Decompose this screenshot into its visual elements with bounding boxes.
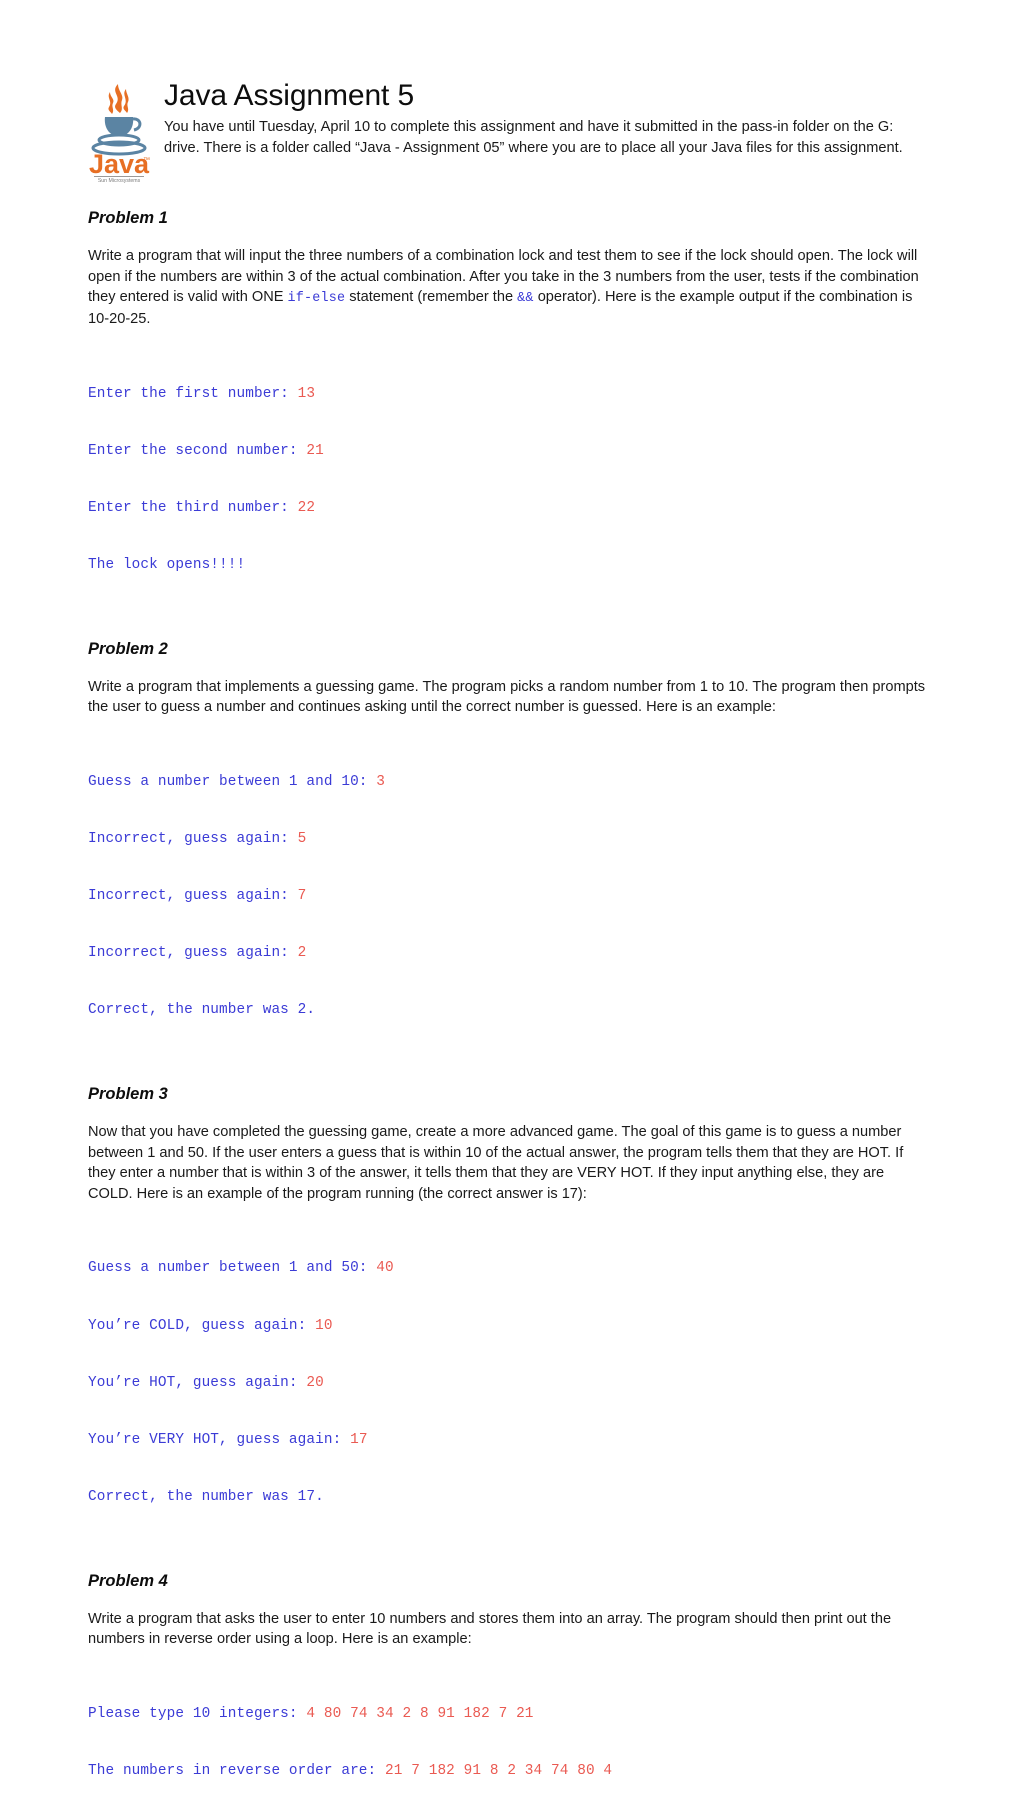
console-prompt: Incorrect, guess again:	[88, 945, 298, 962]
console-prompt: Enter the first number:	[88, 385, 298, 402]
console-line: Incorrect, guess again: 5	[88, 830, 932, 849]
document-page: Java ™ Sun Microsystems Java Assignment …	[0, 0, 1020, 1779]
document-header: Java ™ Sun Microsystems Java Assignment …	[88, 78, 932, 184]
console-line: Enter the second number: 21	[88, 442, 932, 461]
problem-2-section: Problem 2 Write a program that implement…	[88, 640, 932, 1058]
problem-4-console-output: Please type 10 integers: 4 80 74 34 2 8 …	[88, 1667, 932, 1819]
console-user-input: 21 7 182 91 8 2 34 74 80 4	[385, 1762, 613, 1779]
header-text-block: Java Assignment 5 You have until Tuesday…	[164, 78, 932, 159]
console-user-input: 5	[297, 831, 307, 847]
console-line: Guess a number between 1 and 50: 40	[88, 1259, 932, 1278]
problem-3-console-output: Guess a number between 1 and 50: 40 You’…	[88, 1221, 932, 1544]
console-user-input: 40	[376, 1260, 394, 1277]
console-line: The lock opens!!!!	[88, 556, 932, 575]
inline-code-and-operator: &&	[517, 291, 534, 307]
problem-1-console-output: Enter the first number: 13 Enter the sec…	[88, 347, 932, 613]
console-prompt: You’re HOT, guess again:	[88, 1374, 307, 1391]
page-title: Java Assignment 5	[164, 79, 415, 112]
console-prompt: Incorrect, guess again:	[88, 831, 298, 847]
console-user-input: 17	[350, 1431, 368, 1448]
problem-2-body: Write a program that implements a guessi…	[88, 678, 926, 716]
problem-3-section: Problem 3 Now that you have completed th…	[88, 1085, 932, 1545]
console-line: Enter the first number: 13	[88, 385, 932, 404]
console-prompt: Guess a number between 1 and 10:	[88, 773, 377, 790]
console-line: You’re VERY HOT, guess again: 17	[88, 1431, 932, 1450]
svg-text:™: ™	[143, 157, 150, 164]
inline-code-if-else: if-else	[287, 291, 346, 307]
console-line: You’re HOT, guess again: 20	[88, 1374, 932, 1393]
console-user-input: 22	[297, 499, 316, 516]
console-line: Correct, the number was 2.	[88, 1001, 932, 1020]
problem-3-heading: Problem 3	[88, 1085, 168, 1104]
console-user-input: 13	[297, 385, 316, 402]
svg-text:Sun Microsystems: Sun Microsystems	[98, 178, 141, 184]
java-logo: Java ™ Sun Microsystems	[88, 78, 150, 184]
problem-1-body: Write a program that will input the thre…	[88, 246, 932, 330]
console-line: Guess a number between 1 and 10: 3	[88, 773, 932, 792]
problem-4-body: Write a program that asks the user to en…	[88, 1610, 892, 1648]
console-user-input: 20	[306, 1374, 324, 1391]
console-prompt: Correct, the number was 17.	[88, 1488, 324, 1505]
problem-2-heading: Problem 2	[88, 639, 168, 658]
problem-2-console-output: Guess a number between 1 and 10: 3 Incor…	[88, 735, 932, 1058]
problem-1-heading: Problem 1	[88, 209, 168, 227]
problem-4-heading: Problem 4	[88, 1571, 168, 1590]
problem-1-text-part-2: statement (remember the	[345, 289, 518, 306]
console-prompt: Enter the third number:	[88, 499, 298, 516]
console-prompt: The lock opens!!!!	[88, 556, 246, 573]
console-prompt: Incorrect, guess again:	[88, 888, 298, 905]
console-user-input: 7	[297, 888, 307, 905]
console-line: Incorrect, guess again: 2	[88, 944, 932, 963]
console-user-input: 21	[306, 442, 324, 459]
console-prompt: Correct, the number was 2.	[88, 1002, 316, 1019]
console-prompt: Enter the second number:	[88, 442, 307, 459]
console-prompt: You’re VERY HOT, guess again:	[88, 1431, 351, 1448]
console-user-input: 4 80 74 34 2 8 91 182 7 21	[306, 1705, 534, 1722]
console-line: Please type 10 integers: 4 80 74 34 2 8 …	[88, 1705, 932, 1724]
console-line: Correct, the number was 17.	[88, 1488, 932, 1507]
console-user-input: 2	[297, 945, 307, 962]
assignment-intro: You have until Tuesday, April 10 to comp…	[164, 119, 903, 156]
problem-3-body: Now that you have completed the guessing…	[88, 1124, 904, 1202]
svg-text:Java: Java	[89, 149, 150, 179]
console-line: Enter the third number: 22	[88, 499, 932, 518]
console-user-input: 3	[376, 773, 386, 790]
console-prompt: Please type 10 integers:	[88, 1705, 307, 1722]
console-line: Incorrect, guess again: 7	[88, 887, 932, 906]
console-line: The numbers in reverse order are: 21 7 1…	[88, 1762, 932, 1781]
problem-1-section: Problem 1 Write a program that will inpu…	[88, 209, 932, 613]
problem-4-section: Problem 4 Write a program that asks the …	[88, 1572, 932, 1819]
console-line: You’re COLD, guess again: 10	[88, 1317, 932, 1336]
console-prompt: Guess a number between 1 and 50:	[88, 1260, 377, 1277]
console-prompt: The numbers in reverse order are:	[88, 1762, 386, 1779]
